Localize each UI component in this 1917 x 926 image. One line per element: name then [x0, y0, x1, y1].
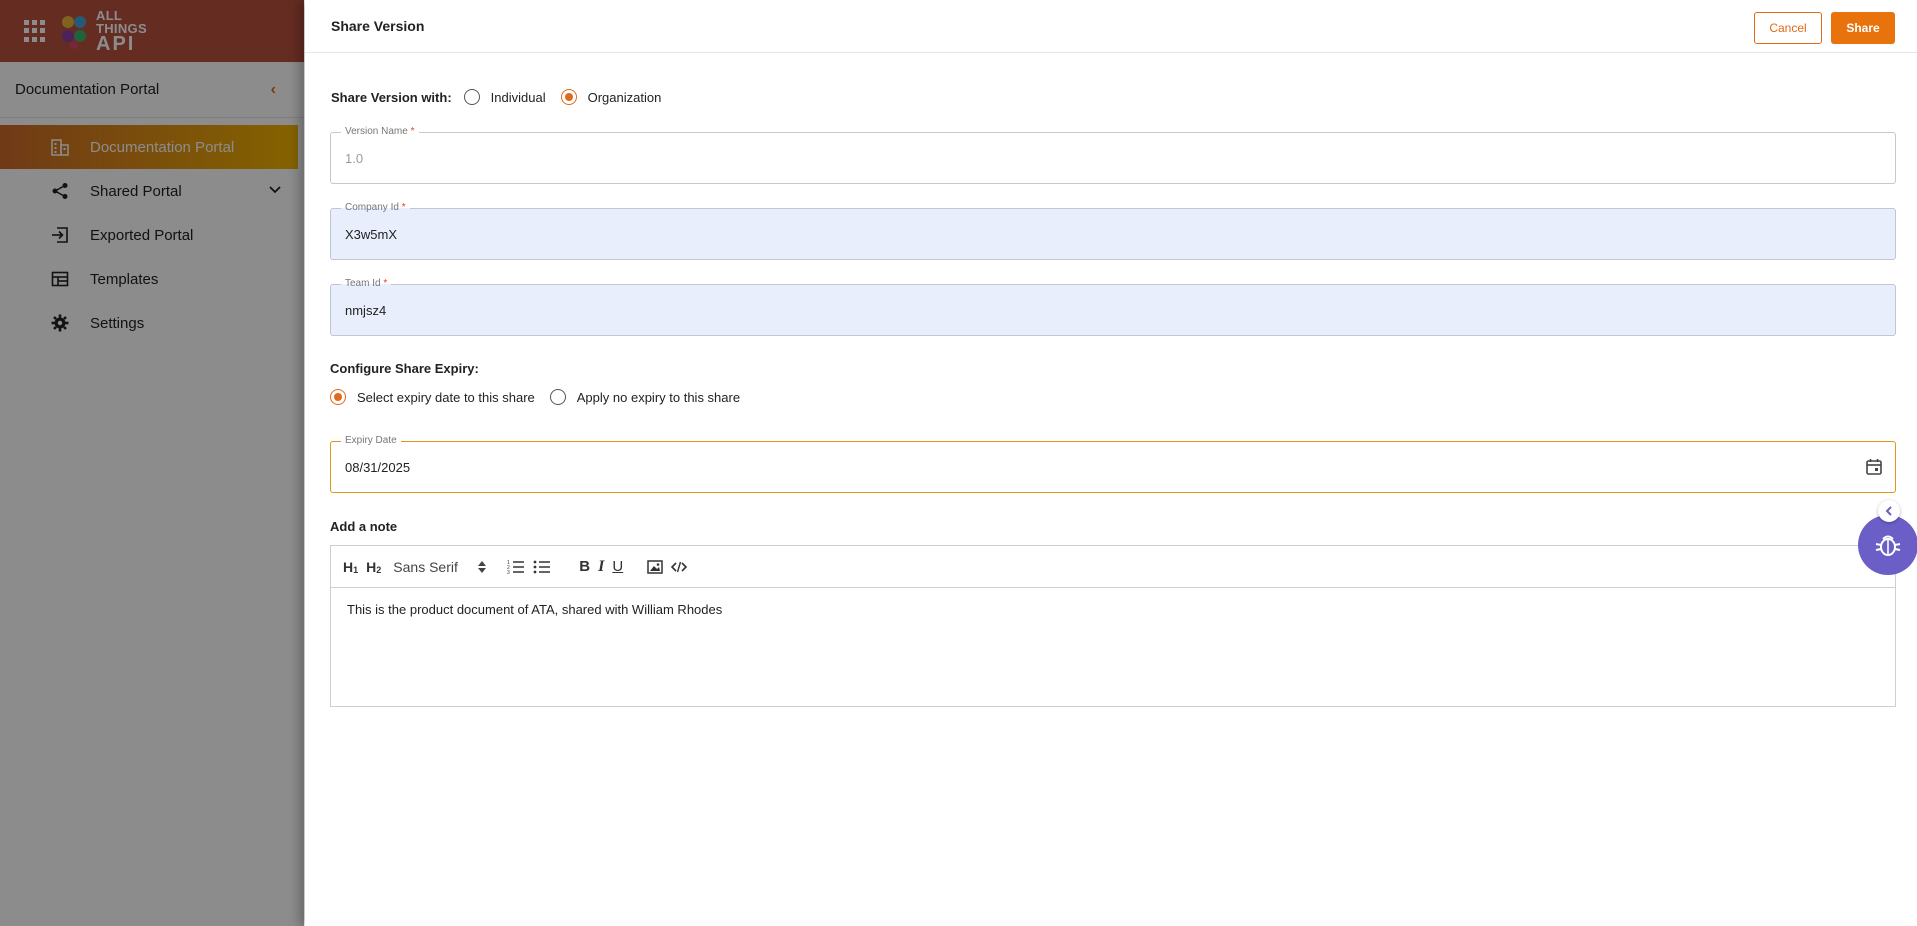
expiry-date-label: Expiry Date	[341, 435, 401, 447]
ordered-list-icon[interactable]: 123	[507, 557, 525, 577]
font-family-value: Sans Serif	[393, 558, 458, 575]
bullet-list-icon[interactable]	[533, 557, 551, 577]
radio-organization[interactable]	[560, 89, 577, 105]
cancel-button[interactable]: Cancel	[1754, 12, 1822, 44]
radio-no-expiry-label[interactable]: Apply no expiry to this share	[577, 390, 740, 405]
team-id-field[interactable]: Team Id * nmjsz4	[330, 278, 1896, 336]
fab-collapse-button[interactable]	[1878, 500, 1900, 522]
company-id-value: X3w5mX	[345, 227, 398, 242]
company-id-label: Company Id	[345, 202, 399, 213]
svg-text:3: 3	[507, 570, 510, 575]
team-id-label: Team Id	[345, 278, 381, 289]
team-id-value: nmjsz4	[345, 303, 387, 318]
italic-icon[interactable]: I	[598, 557, 604, 577]
note-text[interactable]: This is the product document of ATA, sha…	[331, 588, 1895, 631]
radio-organization-label[interactable]: Organization	[588, 90, 662, 105]
drawer-title: Share Version	[331, 18, 425, 34]
share-with-label: Share Version with:	[331, 89, 452, 105]
expiry-heading: Configure Share Expiry:	[330, 361, 479, 376]
note-editor: H1 H2 Sans Serif 123 B I U This is the p…	[330, 545, 1896, 707]
radio-select-expiry-label[interactable]: Select expiry date to this share	[357, 390, 535, 405]
underline-icon[interactable]: U	[612, 557, 623, 577]
select-arrows-icon	[478, 560, 487, 573]
modal-backdrop[interactable]	[0, 0, 304, 926]
heading-1-button[interactable]: H1	[343, 557, 358, 577]
required-mark: *	[401, 202, 406, 213]
image-icon[interactable]	[647, 557, 663, 577]
required-mark: *	[383, 278, 388, 289]
company-id-field[interactable]: Company Id * X3w5mX	[330, 202, 1896, 260]
radio-select-expiry[interactable]	[330, 389, 346, 405]
expiry-date-field[interactable]: Expiry Date 08/31/2025	[330, 435, 1896, 493]
heading-2-button[interactable]: H2	[366, 557, 381, 577]
version-name-field[interactable]: Version Name * 1.0	[330, 126, 1896, 184]
bug-icon	[1875, 535, 1901, 556]
note-label: Add a note	[330, 519, 398, 534]
chevron-left-icon	[1885, 506, 1892, 516]
drawer-header: Share Version Cancel Share	[305, 0, 1917, 53]
expiry-options: Select expiry date to this share Apply n…	[330, 389, 740, 405]
editor-toolbar: H1 H2 Sans Serif 123 B I U	[331, 546, 1895, 588]
share-version-drawer: Share Version Cancel Share Share Version…	[305, 0, 1917, 926]
version-name-value: 1.0	[345, 151, 364, 166]
radio-no-expiry[interactable]	[549, 389, 566, 405]
font-family-select[interactable]: Sans Serif	[393, 559, 487, 575]
radio-individual[interactable]	[463, 89, 480, 105]
note-heading: Add a note	[330, 519, 397, 534]
code-icon[interactable]	[671, 557, 688, 577]
required-mark: *	[410, 126, 415, 137]
bold-icon[interactable]: B	[579, 557, 590, 577]
version-name-label: Version Name	[345, 126, 408, 137]
bug-report-button[interactable]	[1858, 515, 1917, 575]
expiry-label: Configure Share Expiry:	[330, 361, 479, 376]
expiry-date-value: 08/31/2025	[345, 460, 411, 475]
radio-individual-label[interactable]: Individual	[491, 90, 546, 105]
calendar-icon[interactable]	[1865, 458, 1883, 481]
share-button[interactable]: Share	[1831, 12, 1895, 44]
share-with-group: Share Version with: Individual Organizat…	[331, 89, 661, 105]
